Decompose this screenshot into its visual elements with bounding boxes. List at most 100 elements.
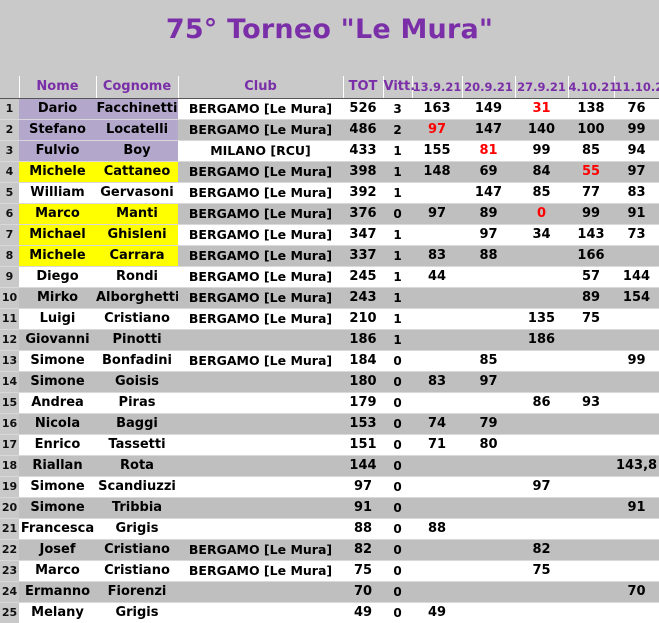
cell-d3: 135 — [515, 308, 568, 330]
cell-d1: 88 — [412, 518, 462, 540]
table-row[interactable]: 1 Dario Facchinetti BERGAMO [Le Mura] 526 3 16… — [0, 98, 659, 120]
cell-nome: Simone — [19, 497, 96, 519]
table-row[interactable]: 19 Simone Scandiuzzi 97 0 97 — [0, 476, 659, 498]
cell-club: BERGAMO [Le Mura] — [178, 224, 343, 246]
table-row[interactable]: 6 Marco Manti BERGAMO [Le Mura] 376 0 97 89 0 99 9… — [0, 203, 659, 225]
cell-nome: Giovanni — [19, 329, 96, 351]
cell-club — [178, 329, 343, 351]
cell-nome: Simone — [19, 350, 96, 372]
cell-d2 — [462, 518, 515, 540]
column-header-nome[interactable]: Nome — [19, 76, 97, 99]
column-header-d1[interactable]: 13.9.21 — [412, 76, 463, 99]
cell-d3: 186 — [515, 329, 568, 351]
cell-d2: 97 — [462, 371, 515, 393]
table-row[interactable]: 2 Stefano Locatelli BERGAMO [Le Mura] 486 2 97… — [0, 119, 659, 141]
cell-d2 — [462, 329, 515, 351]
cell-club: BERGAMO [Le Mura] — [178, 182, 343, 204]
cell-d4 — [568, 350, 614, 372]
cell-d3 — [515, 497, 568, 519]
cell-d2: 97 — [462, 224, 515, 246]
cell-vitt: 0 — [383, 560, 412, 582]
cell-rank: 23 — [0, 560, 19, 582]
cell-club: BERGAMO [Le Mura] — [178, 98, 343, 120]
cell-club — [178, 413, 343, 435]
cell-d3 — [515, 455, 568, 477]
cell-nome: Michele — [19, 161, 96, 183]
cell-rank: 20 — [0, 497, 19, 519]
cell-nome: Marco — [19, 560, 96, 582]
table-row[interactable]: 13 Simone Bonfadini BERGAMO [Le Mura] 184 0 85… — [0, 350, 659, 372]
table-row[interactable]: 15 Andrea Piras 179 0 86 93 — [0, 392, 659, 414]
cell-d3 — [515, 434, 568, 456]
cell-d4: 143 — [568, 224, 614, 246]
table-row[interactable]: 14 Simone Goisis 180 0 83 97 — [0, 371, 659, 393]
cell-nome: Francesca — [19, 518, 96, 540]
cell-d1 — [412, 455, 462, 477]
column-header-d3[interactable]: 27.9.21 — [515, 76, 569, 99]
cell-cognome: Cristiano — [96, 308, 178, 330]
table-row[interactable]: 11 Luigi Cristiano BERGAMO [Le Mura] 210 1 135… — [0, 308, 659, 330]
column-header-d2[interactable]: 20.9.21 — [462, 76, 516, 99]
table-row[interactable]: 24 Ermanno Fiorenzi 70 0 70 — [0, 581, 659, 603]
cell-d1: 83 — [412, 245, 462, 267]
cell-tot: 186 — [343, 329, 383, 351]
column-header-vitt[interactable]: Vitt. — [383, 76, 415, 99]
cell-d5: 99 — [614, 119, 659, 141]
cell-club: BERGAMO [Le Mura] — [178, 266, 343, 288]
cell-rank: 6 — [0, 203, 19, 225]
table-row[interactable]: 16 Nicola Baggi 153 0 74 79 — [0, 413, 659, 435]
cell-d4 — [568, 518, 614, 540]
table-row[interactable]: 3 Fulvio Boy MILANO [RCU] 433 1 155 81 99 85 94 — [0, 140, 659, 162]
cell-d2: 80 — [462, 434, 515, 456]
table-row[interactable]: 5 William Gervasoni BERGAMO [Le Mura] 392 1 14… — [0, 182, 659, 204]
column-header-d4[interactable]: 4.10.21 — [568, 76, 617, 99]
cell-cognome: Manti — [96, 203, 178, 225]
cell-club — [178, 434, 343, 456]
column-header-d5[interactable]: 11.10.21 — [614, 76, 659, 99]
table-row[interactable]: 12 Giovanni Pinotti 186 1 186 — [0, 329, 659, 351]
cell-d5: 91 — [614, 497, 659, 519]
table-row[interactable]: 17 Enrico Tassetti 151 0 71 80 — [0, 434, 659, 456]
cell-d4: 166 — [568, 245, 614, 267]
cell-d5 — [614, 518, 659, 540]
table-row[interactable]: 18 Riallan Rota 144 0 143,8 — [0, 455, 659, 477]
column-header-rank[interactable] — [0, 76, 20, 99]
cell-d2 — [462, 497, 515, 519]
table-row[interactable]: 8 Michele Carrara BERGAMO [Le Mura] 337 1 83 88… — [0, 245, 659, 267]
cell-vitt: 0 — [383, 518, 412, 540]
table-row[interactable]: 20 Simone Tribbia 91 0 91 — [0, 497, 659, 519]
cell-d5: 99 — [614, 350, 659, 372]
cell-tot: 398 — [343, 161, 383, 183]
cell-tot: 245 — [343, 266, 383, 288]
cell-vitt: 0 — [383, 350, 412, 372]
cell-vitt: 1 — [383, 329, 412, 351]
cell-rank: 22 — [0, 539, 19, 561]
column-header-cognome[interactable]: Cognome — [96, 76, 179, 99]
table-row[interactable]: 25 Melany Grigis 49 0 49 — [0, 602, 659, 623]
cell-vitt: 1 — [383, 308, 412, 330]
cell-tot: 153 — [343, 413, 383, 435]
table-row[interactable]: 21 Francesca Grigis 88 0 88 — [0, 518, 659, 540]
cell-d4 — [568, 602, 614, 623]
cell-vitt: 0 — [383, 392, 412, 414]
table-row[interactable]: 7 Michael Ghisleni BERGAMO [Le Mura] 347 1 97 3… — [0, 224, 659, 246]
cell-nome: Enrico — [19, 434, 96, 456]
cell-tot: 210 — [343, 308, 383, 330]
cell-d2 — [462, 392, 515, 414]
cell-cognome: Cristiano — [96, 560, 178, 582]
cell-vitt: 0 — [383, 581, 412, 603]
cell-d5: 91 — [614, 203, 659, 225]
table-row[interactable]: 10 Mirko Alborghetti BERGAMO [Le Mura] 243 1 8… — [0, 287, 659, 309]
cell-d4: 89 — [568, 287, 614, 309]
table-row[interactable]: 22 Josef Cristiano BERGAMO [Le Mura] 82 0 82 — [0, 539, 659, 561]
cell-cognome: Cristiano — [96, 539, 178, 561]
table-row[interactable]: 9 Diego Rondi BERGAMO [Le Mura] 245 1 44 57 144 — [0, 266, 659, 288]
cell-tot: 70 — [343, 581, 383, 603]
cell-rank: 21 — [0, 518, 19, 540]
column-header-tot[interactable]: TOT — [343, 76, 384, 99]
table-row[interactable]: 23 Marco Cristiano BERGAMO [Le Mura] 75 0 75 — [0, 560, 659, 582]
table-row[interactable]: 4 Michele Cattaneo BERGAMO [Le Mura] 398 1 148… — [0, 161, 659, 183]
cell-cognome: Cattaneo — [96, 161, 178, 183]
cell-nome: Marco — [19, 203, 96, 225]
column-header-club[interactable]: Club — [178, 76, 344, 99]
